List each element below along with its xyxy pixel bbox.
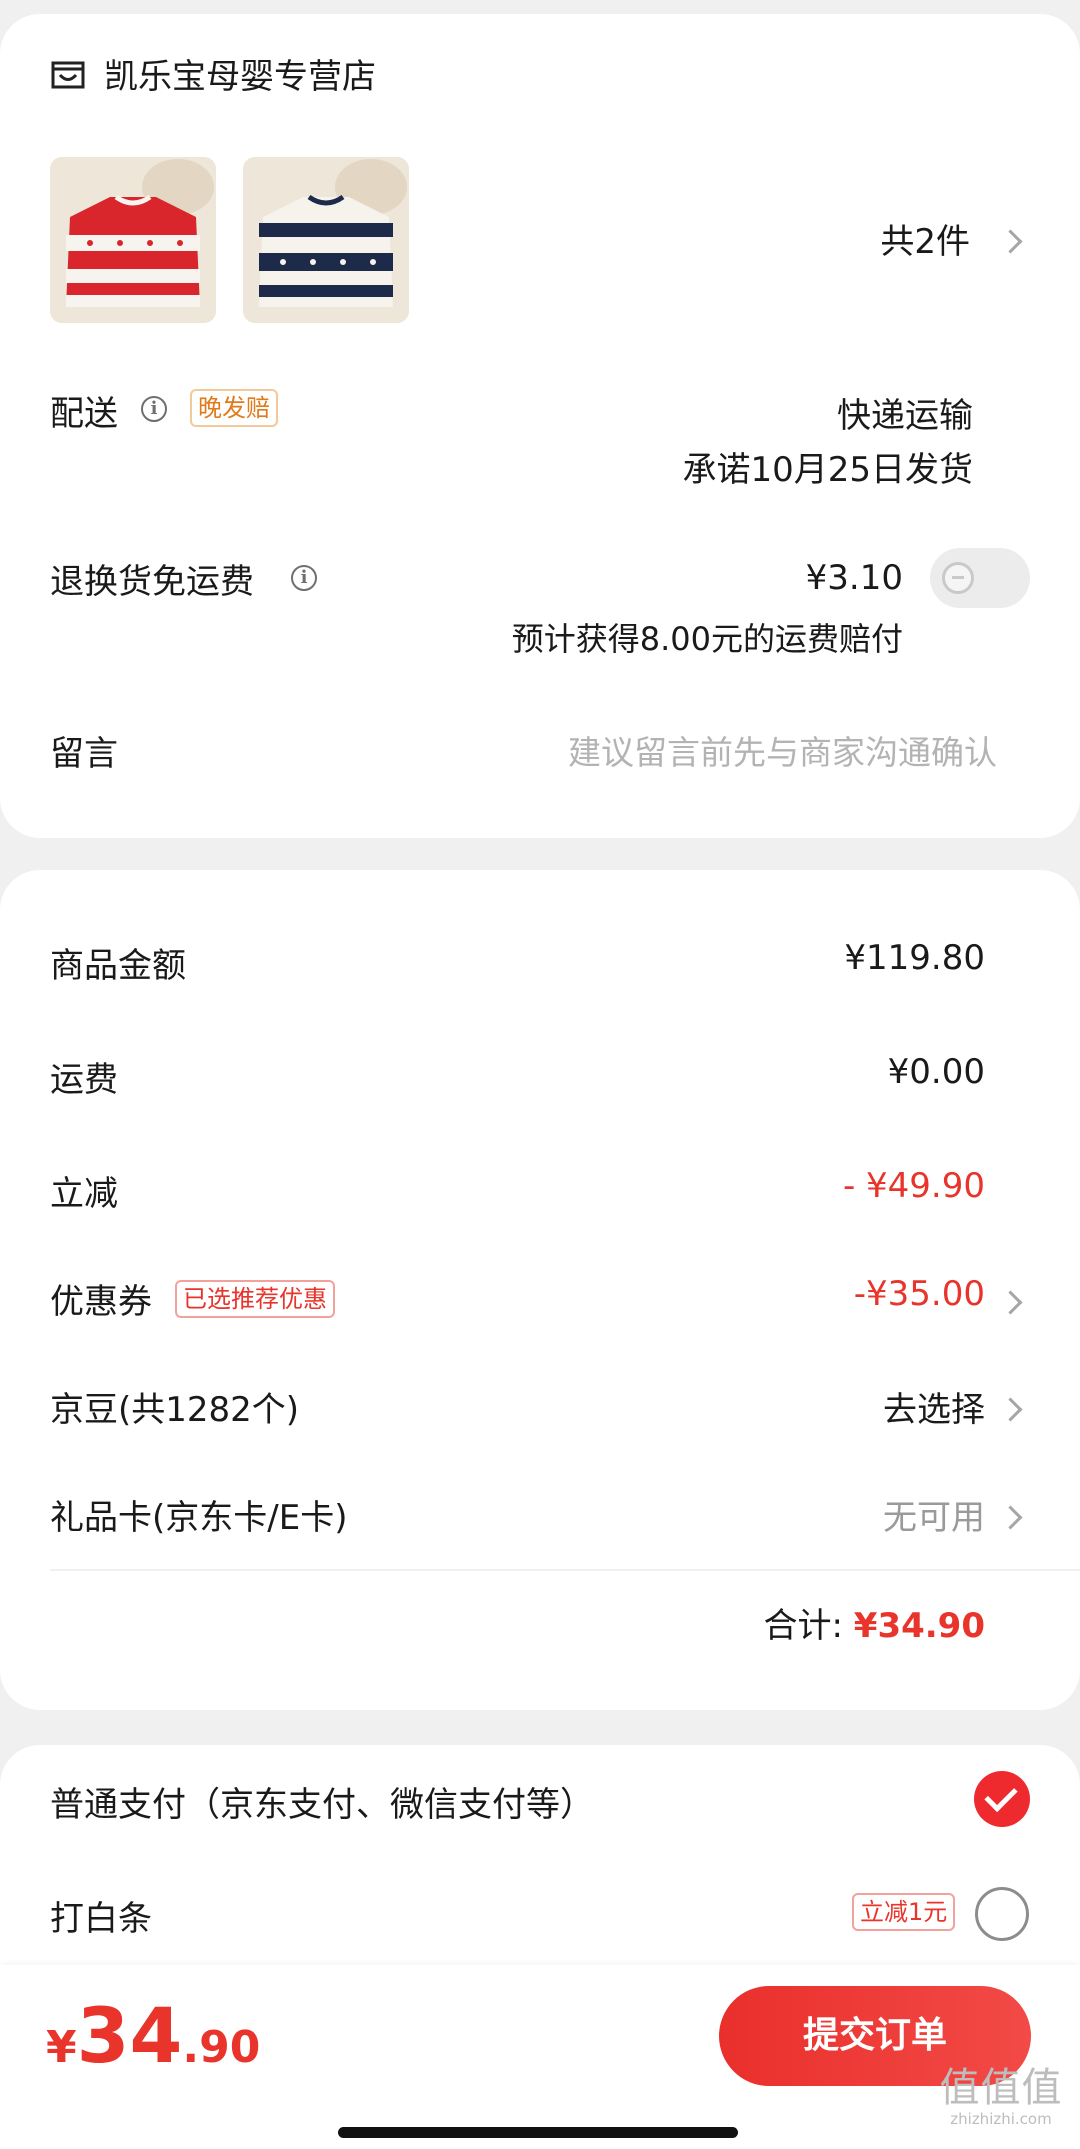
summary-divider [50, 1569, 1080, 1571]
info-icon[interactable]: i [291, 565, 317, 591]
chevron-right-icon[interactable] [998, 1397, 1023, 1422]
baitiao-discount-badge: 立减1元 [852, 1893, 956, 1931]
message-input[interactable]: 建议留言前先与商家沟通确认 [568, 726, 997, 774]
footer-price: ¥34.90 [46, 1991, 260, 2080]
submit-order-label: 提交订单 [802, 2015, 947, 2056]
watermark: 值值值 zhizhizhi.com [926, 2066, 1076, 2128]
jd-beans-value[interactable]: 去选择 [883, 1382, 985, 1431]
watermark-text: 值值值 [939, 2065, 1063, 2111]
coupon-label[interactable]: 优惠券 [50, 1274, 152, 1323]
late-compensation-badge: 晚发赔 [190, 389, 278, 427]
price-summary-card: 商品金额 ¥119.80 运费 ¥0.00 立减 - ¥49.90 优惠券 已选… [0, 870, 1080, 1710]
instant-discount-value: - ¥49.90 [842, 1166, 985, 1206]
normal-payment-label[interactable]: 普通支付（京东支付、微信支付等） [50, 1777, 594, 1826]
instant-discount-label: 立减 [50, 1174, 118, 1214]
price-integer: 34 [76, 1991, 183, 2080]
chevron-right-icon[interactable] [998, 1505, 1023, 1530]
product-thumbnail-red[interactable] [50, 157, 216, 323]
message-label: 留言 [50, 734, 118, 774]
total-row: 合计: ¥34.90 [764, 1598, 985, 1647]
baitiao-radio[interactable] [975, 1887, 1029, 1941]
sweater-red-image [50, 157, 216, 323]
home-indicator [338, 2127, 738, 2138]
delivery-method: 快递运输 [837, 396, 973, 436]
shipping-fee-label: 运费 [50, 1060, 118, 1100]
gift-card-label[interactable]: 礼品卡(京东卡/E卡) [50, 1490, 347, 1539]
return-insurance-price: ¥3.10 [805, 558, 903, 598]
currency-symbol: ¥ [46, 2022, 77, 2073]
total-label: 合计: [763, 1606, 843, 1646]
goods-amount-label: 商品金额 [50, 946, 186, 986]
shipping-fee-value: ¥0.00 [887, 1052, 985, 1092]
store-icon [51, 61, 85, 89]
item-count[interactable]: 共2件 [880, 214, 970, 263]
delivery-label: 配送 [50, 394, 118, 434]
baitiao-label[interactable]: 打白条 [50, 1891, 152, 1940]
return-insurance-toggle[interactable] [930, 548, 1030, 608]
chevron-right-icon[interactable] [998, 229, 1023, 254]
store-name: 凯乐宝母婴专营店 [104, 57, 376, 97]
info-icon[interactable]: i [141, 396, 167, 422]
total-value: ¥34.90 [853, 1606, 985, 1646]
store-card: 凯乐宝母婴专营店 共2件 配送 i 晚发赔 快递运输 承诺10月25日发货 退换… [0, 14, 1080, 838]
jd-beans-label[interactable]: 京豆(共1282个) [50, 1382, 299, 1431]
bottom-bar: ¥34.90 提交订单 值值值 zhizhizhi.com [0, 1965, 1080, 2149]
toggle-knob [942, 562, 974, 594]
return-insurance-note: 预计获得8.00元的运费赔付 [511, 620, 903, 658]
chevron-right-icon[interactable] [998, 1290, 1023, 1315]
price-decimal: .90 [182, 2022, 261, 2073]
goods-amount-value: ¥119.80 [844, 938, 985, 978]
coupon-recommended-badge: 已选推荐优惠 [175, 1280, 335, 1318]
sweater-navy-image [243, 157, 409, 323]
delivery-promise: 承诺10月25日发货 [682, 450, 973, 490]
watermark-sub: zhizhizhi.com [950, 2110, 1052, 2128]
return-insurance-label: 退换货免运费 [50, 562, 254, 602]
gift-card-value[interactable]: 无可用 [883, 1490, 985, 1539]
product-thumbnail-navy[interactable] [243, 157, 409, 323]
normal-payment-radio-checked[interactable] [974, 1771, 1030, 1827]
coupon-value[interactable]: -¥35.00 [854, 1274, 985, 1314]
